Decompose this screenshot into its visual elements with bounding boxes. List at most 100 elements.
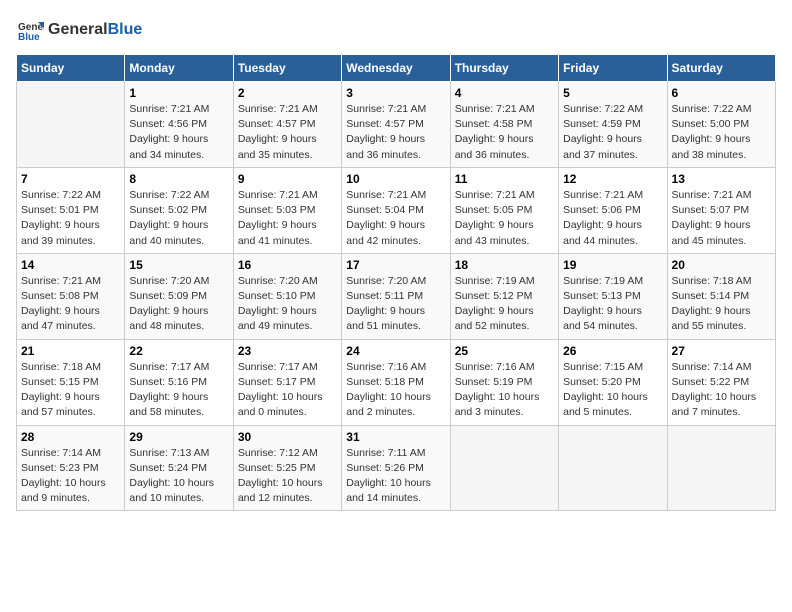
calendar-cell: 1 Sunrise: 7:21 AM Sunset: 4:56 PM Daylig… [125,82,233,168]
calendar-cell: 22 Sunrise: 7:17 AM Sunset: 5:16 PM Dayli… [125,339,233,425]
column-header-sunday: Sunday [17,55,125,82]
day-number: 18 [455,258,554,272]
day-number: 21 [21,344,120,358]
day-number: 25 [455,344,554,358]
day-number: 8 [129,172,228,186]
calendar-cell: 31 Sunrise: 7:11 AM Sunset: 5:26 PM Dayli… [342,425,450,511]
day-number: 20 [672,258,771,272]
day-info: Sunrise: 7:14 AM Sunset: 5:22 PM Dayligh… [672,360,771,421]
day-number: 9 [238,172,337,186]
calendar-cell: 25Sunrise: 7:16 AM Sunset: 5:19 PM Dayli… [450,339,558,425]
day-info: Sunrise: 7:18 AM Sunset: 5:15 PM Dayligh… [21,360,120,421]
week-row-3: 14 Sunrise: 7:21 AM Sunset: 5:08 PM Dayli… [17,253,776,339]
day-number: 7 [21,172,120,186]
day-info: Sunrise: 7:22 AM Sunset: 5:00 PM Dayligh… [672,102,771,163]
calendar-cell: 18 Sunrise: 7:19 AM Sunset: 5:12 PM Dayli… [450,253,558,339]
day-info: Sunrise: 7:19 AM Sunset: 5:12 PM Dayligh… [455,274,554,335]
day-info: Sunrise: 7:22 AM Sunset: 4:59 PM Dayligh… [563,102,662,163]
calendar-cell: 16 Sunrise: 7:20 AM Sunset: 5:10 PM Dayli… [233,253,341,339]
svg-text:Blue: Blue [18,32,40,43]
column-header-thursday: Thursday [450,55,558,82]
day-info: Sunrise: 7:12 AM Sunset: 5:25 PM Dayligh… [238,446,337,507]
day-number: 22 [129,344,228,358]
logo-blue: Blue [108,21,143,38]
day-number: 12 [563,172,662,186]
calendar-cell: 29 Sunrise: 7:13 AM Sunset: 5:24 PM Dayli… [125,425,233,511]
day-info: Sunrise: 7:11 AM Sunset: 5:26 PM Dayligh… [346,446,445,507]
day-info: Sunrise: 7:21 AM Sunset: 5:08 PM Dayligh… [21,274,120,335]
day-number: 24 [346,344,445,358]
calendar-cell: 19Sunrise: 7:19 AM Sunset: 5:13 PM Dayli… [559,253,667,339]
header: General Blue GeneralBlue [16,16,776,44]
day-number: 6 [672,86,771,100]
day-info: Sunrise: 7:21 AM Sunset: 4:58 PM Dayligh… [455,102,554,163]
day-info: Sunrise: 7:21 AM Sunset: 4:57 PM Dayligh… [346,102,445,163]
day-number: 10 [346,172,445,186]
calendar-cell: 7 Sunrise: 7:22 AM Sunset: 5:01 PM Daylig… [17,167,125,253]
week-row-4: 21 Sunrise: 7:18 AM Sunset: 5:15 PM Dayli… [17,339,776,425]
calendar-cell: 23 Sunrise: 7:17 AM Sunset: 5:17 PM Dayli… [233,339,341,425]
calendar-cell [667,425,775,511]
calendar-cell: 5Sunrise: 7:22 AM Sunset: 4:59 PM Daylig… [559,82,667,168]
calendar-cell: 28 Sunrise: 7:14 AM Sunset: 5:23 PM Dayli… [17,425,125,511]
calendar-cell: 2 Sunrise: 7:21 AM Sunset: 4:57 PM Daylig… [233,82,341,168]
calendar-cell: 12Sunrise: 7:21 AM Sunset: 5:06 PM Dayli… [559,167,667,253]
calendar-cell: 15 Sunrise: 7:20 AM Sunset: 5:09 PM Dayli… [125,253,233,339]
calendar-cell: 6 Sunrise: 7:22 AM Sunset: 5:00 PM Daylig… [667,82,775,168]
day-number: 23 [238,344,337,358]
day-number: 26 [563,344,662,358]
day-number: 4 [455,86,554,100]
day-info: Sunrise: 7:21 AM Sunset: 5:05 PM Dayligh… [455,188,554,249]
day-number: 1 [129,86,228,100]
day-info: Sunrise: 7:22 AM Sunset: 5:02 PM Dayligh… [129,188,228,249]
column-header-friday: Friday [559,55,667,82]
logo-general: General [48,21,108,38]
day-number: 29 [129,430,228,444]
calendar-cell [450,425,558,511]
day-info: Sunrise: 7:21 AM Sunset: 5:07 PM Dayligh… [672,188,771,249]
day-info: Sunrise: 7:19 AM Sunset: 5:13 PM Dayligh… [563,274,662,335]
day-number: 13 [672,172,771,186]
day-info: Sunrise: 7:13 AM Sunset: 5:24 PM Dayligh… [129,446,228,507]
day-number: 16 [238,258,337,272]
day-number: 2 [238,86,337,100]
calendar-cell: 14 Sunrise: 7:21 AM Sunset: 5:08 PM Dayli… [17,253,125,339]
day-info: Sunrise: 7:22 AM Sunset: 5:01 PM Dayligh… [21,188,120,249]
calendar-cell: 20Sunrise: 7:18 AM Sunset: 5:14 PM Dayli… [667,253,775,339]
day-number: 30 [238,430,337,444]
week-row-5: 28 Sunrise: 7:14 AM Sunset: 5:23 PM Dayli… [17,425,776,511]
day-info: Sunrise: 7:20 AM Sunset: 5:11 PM Dayligh… [346,274,445,335]
day-number: 27 [672,344,771,358]
calendar-cell: 9 Sunrise: 7:21 AM Sunset: 5:03 PM Daylig… [233,167,341,253]
day-number: 31 [346,430,445,444]
column-header-wednesday: Wednesday [342,55,450,82]
calendar-cell: 21 Sunrise: 7:18 AM Sunset: 5:15 PM Dayli… [17,339,125,425]
header-row: SundayMondayTuesdayWednesdayThursdayFrid… [17,55,776,82]
calendar-cell [17,82,125,168]
calendar-cell: 11Sunrise: 7:21 AM Sunset: 5:05 PM Dayli… [450,167,558,253]
calendar-cell: 4 Sunrise: 7:21 AM Sunset: 4:58 PM Daylig… [450,82,558,168]
calendar-cell [559,425,667,511]
day-info: Sunrise: 7:15 AM Sunset: 5:20 PM Dayligh… [563,360,662,421]
week-row-2: 7 Sunrise: 7:22 AM Sunset: 5:01 PM Daylig… [17,167,776,253]
day-info: Sunrise: 7:17 AM Sunset: 5:16 PM Dayligh… [129,360,228,421]
day-info: Sunrise: 7:21 AM Sunset: 5:03 PM Dayligh… [238,188,337,249]
day-info: Sunrise: 7:21 AM Sunset: 5:04 PM Dayligh… [346,188,445,249]
day-number: 15 [129,258,228,272]
day-info: Sunrise: 7:17 AM Sunset: 5:17 PM Dayligh… [238,360,337,421]
calendar-cell: 13 Sunrise: 7:21 AM Sunset: 5:07 PM Dayli… [667,167,775,253]
day-number: 14 [21,258,120,272]
day-info: Sunrise: 7:20 AM Sunset: 5:09 PM Dayligh… [129,274,228,335]
day-info: Sunrise: 7:14 AM Sunset: 5:23 PM Dayligh… [21,446,120,507]
logo: General Blue GeneralBlue [16,16,142,44]
day-number: 28 [21,430,120,444]
calendar-cell: 10 Sunrise: 7:21 AM Sunset: 5:04 PM Dayli… [342,167,450,253]
column-header-monday: Monday [125,55,233,82]
calendar-table: SundayMondayTuesdayWednesdayThursdayFrid… [16,54,776,511]
calendar-cell: 30 Sunrise: 7:12 AM Sunset: 5:25 PM Dayli… [233,425,341,511]
day-info: Sunrise: 7:21 AM Sunset: 4:57 PM Dayligh… [238,102,337,163]
day-info: Sunrise: 7:21 AM Sunset: 4:56 PM Dayligh… [129,102,228,163]
day-info: Sunrise: 7:20 AM Sunset: 5:10 PM Dayligh… [238,274,337,335]
day-number: 3 [346,86,445,100]
calendar-cell: 24Sunrise: 7:16 AM Sunset: 5:18 PM Dayli… [342,339,450,425]
